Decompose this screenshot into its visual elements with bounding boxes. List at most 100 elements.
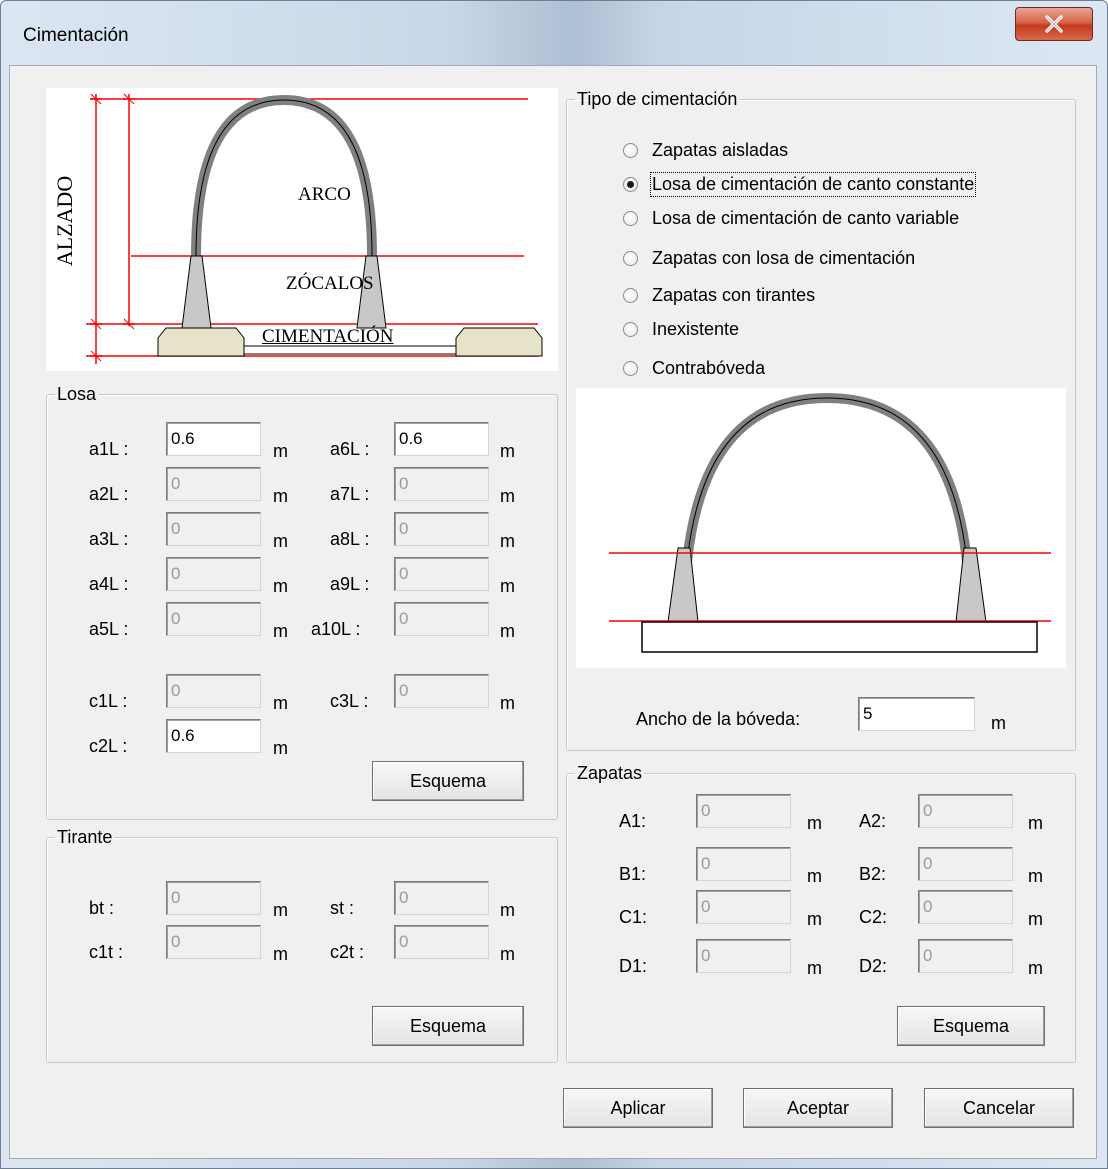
zapatas-unit: m [1028, 909, 1043, 929]
title-bar[interactable]: Cimentación [1, 1, 1107, 65]
zapatas-input-c2[interactable] [918, 890, 1013, 924]
losa-label-r4: a10L : [311, 619, 361, 639]
losa-input-c2l[interactable] [166, 719, 261, 753]
foundation-type-diagram [576, 388, 1066, 668]
zapatas-label-6: D1: [619, 956, 648, 976]
zapatas-label-7: D2: [859, 956, 888, 976]
tirante-legend: Tirante [57, 827, 113, 847]
radio-indicator[interactable] [623, 360, 638, 376]
radio-option-2[interactable]: Losa de cimentación de canto variable [623, 204, 959, 232]
losa-input-a6l[interactable] [394, 422, 489, 456]
losa-label-0: a1L : [89, 439, 129, 459]
losa-input-a1l[interactable] [166, 422, 261, 456]
zapatas-label-2: B1: [619, 864, 647, 884]
losa-label-r2: a8L : [330, 529, 370, 549]
radio-indicator[interactable] [623, 210, 638, 226]
zapatas-input-a1[interactable] [696, 794, 791, 828]
losa-label-1: a2L : [89, 484, 129, 504]
losa-input-a3l[interactable] [166, 512, 261, 546]
radio-label: Zapatas con tirantes [652, 284, 816, 305]
tirante-input-c2t[interactable] [394, 925, 489, 959]
tirante-unit: m [500, 944, 515, 964]
radio-option-0[interactable]: Zapatas aisladas [623, 136, 788, 164]
foundation-label: CIMENTACIÓN [262, 326, 394, 347]
losa-unit: m [500, 486, 515, 506]
tirante-label-2: c1t : [89, 942, 124, 962]
losa-input-a2l[interactable] [166, 467, 261, 501]
zapatas-input-d2[interactable] [918, 939, 1013, 973]
tirante-unit: m [273, 944, 288, 964]
window-title: Cimentación [23, 25, 129, 46]
tirante-unit: m [273, 900, 288, 920]
dialog-window: Cimentación ALZADO ARCO ZÓCALOS CIMENTAC… [0, 0, 1108, 1169]
losa-input-c3l[interactable] [394, 674, 489, 708]
tirante-scheme-button[interactable]: Esquema [372, 1006, 524, 1046]
zapatas-unit: m [1028, 813, 1043, 833]
radio-label: Zapatas con losa de cimentación [652, 247, 916, 268]
vault-width-unit: m [991, 713, 1006, 733]
radio-option-6[interactable]: Contrabóveda [623, 354, 765, 382]
zapatas-input-a2[interactable] [918, 794, 1013, 828]
cancel-button[interactable]: Cancelar [924, 1088, 1074, 1128]
vault-width-input[interactable] [858, 697, 975, 731]
zapatas-unit: m [807, 813, 822, 833]
zapatas-label-1: A2: [859, 811, 887, 831]
losa-scheme-button[interactable]: Esquema [372, 761, 524, 801]
tirante-input-st[interactable] [394, 881, 489, 915]
radio-option-4[interactable]: Zapatas con tirantes [623, 281, 815, 309]
radio-option-1[interactable]: Losa de cimentación de canto constante [623, 170, 977, 198]
zapatas-input-b1[interactable] [696, 847, 791, 881]
losa-input-a7l[interactable] [394, 467, 489, 501]
zapatas-input-b2[interactable] [918, 847, 1013, 881]
losa-legend: Losa [57, 384, 97, 404]
tirante-label-0: bt : [89, 898, 115, 918]
zapatas-input-c1[interactable] [696, 890, 791, 924]
elevation-diagram: ALZADO ARCO ZÓCALOS CIMENTACIÓN [46, 88, 558, 371]
zapatas-unit: m [807, 866, 822, 886]
losa-input-a8l[interactable] [394, 512, 489, 546]
apply-button[interactable]: Aplicar [563, 1088, 713, 1128]
losa-label-4: a5L : [89, 619, 129, 639]
radio-label: Contrabóveda [652, 357, 766, 378]
zapatas-input-d1[interactable] [696, 939, 791, 973]
losa-unit: m [273, 738, 288, 758]
radio-indicator[interactable] [623, 142, 638, 158]
zapatas-unit: m [807, 909, 822, 929]
radio-indicator[interactable] [623, 321, 638, 337]
losa-label-r0: a6L : [330, 439, 370, 459]
losa-label-r3: a9L : [330, 574, 370, 594]
radio-indicator[interactable] [623, 287, 638, 303]
accept-button[interactable]: Aceptar [743, 1088, 893, 1128]
zapatas-label-3: B2: [859, 864, 887, 884]
losa-input-a10l[interactable] [394, 602, 489, 636]
tirante-input-c1t[interactable] [166, 925, 261, 959]
losa-input-a5l[interactable] [166, 602, 261, 636]
losa-input-a4l[interactable] [166, 557, 261, 591]
tirante-input-bt[interactable] [166, 881, 261, 915]
losa-label-2: a3L : [89, 529, 129, 549]
tipo-legend: Tipo de cimentación [577, 89, 738, 109]
losa-unit: m [273, 693, 288, 713]
zapatas-scheme-button[interactable]: Esquema [897, 1006, 1045, 1046]
losa-label-r5: c3L : [330, 691, 369, 711]
radio-option-3[interactable]: Zapatas con losa de cimentación [623, 244, 915, 272]
plinth-label: ZÓCALOS [286, 273, 374, 294]
radio-indicator[interactable] [623, 176, 638, 192]
radio-label: Losa de cimentación de canto constante [649, 171, 977, 197]
losa-unit: m [273, 531, 288, 551]
side-label: ALZADO [52, 175, 78, 267]
losa-unit: m [500, 531, 515, 551]
zapatas-label-4: C1: [619, 907, 648, 927]
losa-unit: m [273, 621, 288, 641]
close-icon [1045, 15, 1063, 33]
losa-unit: m [500, 576, 515, 596]
radio-option-5[interactable]: Inexistente [623, 315, 739, 343]
losa-input-a9l[interactable] [394, 557, 489, 591]
radio-label: Inexistente [652, 318, 740, 339]
radio-indicator[interactable] [623, 250, 638, 266]
close-button[interactable] [1015, 7, 1093, 41]
losa-input-c1l[interactable] [166, 674, 261, 708]
losa-unit: m [500, 621, 515, 641]
radio-label: Losa de cimentación de canto variable [652, 207, 960, 228]
losa-label-6: c2L : [89, 736, 128, 756]
